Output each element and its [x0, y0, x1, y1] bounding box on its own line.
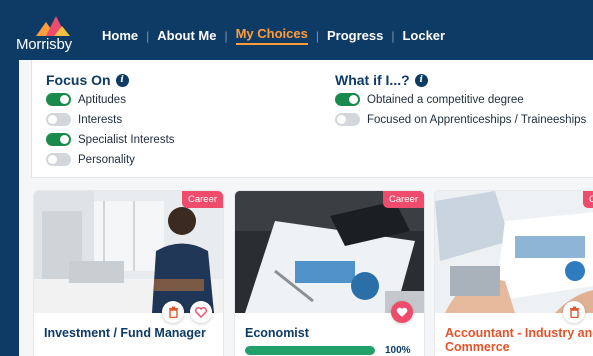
career-card[interactable]: Career Accountant - Industry and Commerc… — [434, 190, 593, 356]
trash-icon — [569, 306, 579, 318]
heart-outline-icon — [195, 306, 207, 318]
career-badge: Career — [582, 191, 593, 208]
favorite-button[interactable] — [190, 301, 212, 323]
nav-about-me[interactable]: About Me — [157, 28, 216, 43]
delete-button[interactable] — [162, 301, 184, 323]
trash-icon — [168, 306, 178, 318]
toggle-competitive-degree[interactable]: Obtained a competitive degree — [335, 93, 524, 106]
toggle-switch[interactable] — [46, 153, 71, 166]
career-badge: Career — [382, 191, 424, 208]
nav-my-choices[interactable]: My Choices — [235, 26, 308, 45]
toggle-switch[interactable] — [46, 113, 71, 126]
toggle-specialist-interests[interactable]: Specialist Interests — [46, 133, 175, 146]
toggle-label: Obtained a competitive degree — [367, 93, 524, 106]
nav-separator: | — [315, 28, 319, 43]
logo-mark-icon — [36, 16, 70, 36]
office-photo — [34, 191, 223, 313]
morrisby-logo[interactable]: Morrisby — [16, 16, 90, 56]
career-image: Career — [235, 191, 424, 313]
career-card[interactable]: Career Economist 100% — [234, 190, 425, 356]
nav-home[interactable]: Home — [102, 28, 138, 43]
toggle-label: Interests — [78, 113, 123, 126]
favorite-button[interactable] — [391, 301, 413, 323]
main-content: Focus On i Aptitudes Interests Specialis… — [19, 60, 593, 356]
toggle-label: Personality — [78, 153, 135, 166]
toggle-switch[interactable] — [46, 133, 71, 146]
nav-separator: | — [146, 28, 150, 43]
toggle-switch[interactable] — [46, 93, 71, 106]
nav-progress[interactable]: Progress — [327, 28, 383, 43]
nav-locker[interactable]: Locker — [402, 28, 445, 43]
toggle-apprenticeships[interactable]: Focused on Apprenticeships / Traineeship… — [335, 113, 586, 126]
career-title[interactable]: Accountant - Industry and Commerce — [445, 326, 593, 354]
toggle-label: Focused on Apprenticeships / Traineeship… — [367, 113, 587, 126]
career-badge: Career — [181, 191, 223, 208]
career-card[interactable]: Career Investment / Fund Manager — [33, 190, 224, 356]
info-icon[interactable]: i — [115, 73, 129, 87]
toggle-interests[interactable]: Interests — [46, 113, 122, 126]
info-icon[interactable]: i — [414, 73, 428, 87]
toggle-switch[interactable] — [335, 93, 360, 106]
toggle-label: Specialist Interests — [78, 133, 175, 146]
progress-track — [245, 345, 375, 355]
toggle-personality[interactable]: Personality — [46, 153, 135, 166]
heart-filled-icon — [396, 307, 408, 317]
toggle-aptitudes[interactable]: Aptitudes — [46, 93, 126, 106]
progress-percent: 100% — [385, 344, 411, 356]
toggle-label: Aptitudes — [78, 93, 126, 106]
nav-separator: | — [391, 28, 395, 43]
app-header: Morrisby Home | About Me | My Choices | … — [0, 0, 593, 64]
what-if-title: What if I...? i — [335, 72, 428, 88]
career-title[interactable]: Investment / Fund Manager — [44, 326, 223, 340]
progress-fill — [245, 345, 375, 355]
match-progress: 100% — [245, 344, 421, 356]
focus-on-title: Focus On i — [46, 72, 129, 88]
focus-on-title-text: Focus On — [46, 72, 111, 88]
career-title[interactable]: Economist — [245, 326, 424, 340]
logo-text: Morrisby — [16, 36, 72, 53]
filter-panel: Focus On i Aptitudes Interests Specialis… — [31, 60, 593, 178]
main-nav: Home | About Me | My Choices | Progress … — [102, 26, 445, 45]
nav-separator: | — [224, 28, 228, 43]
toggle-switch[interactable] — [335, 113, 360, 126]
charts-photo — [235, 191, 424, 313]
career-image: Career — [435, 191, 593, 313]
career-image: Career — [34, 191, 223, 313]
accounting-photo — [435, 191, 593, 313]
delete-button[interactable] — [563, 301, 585, 323]
what-if-title-text: What if I...? — [335, 72, 410, 88]
